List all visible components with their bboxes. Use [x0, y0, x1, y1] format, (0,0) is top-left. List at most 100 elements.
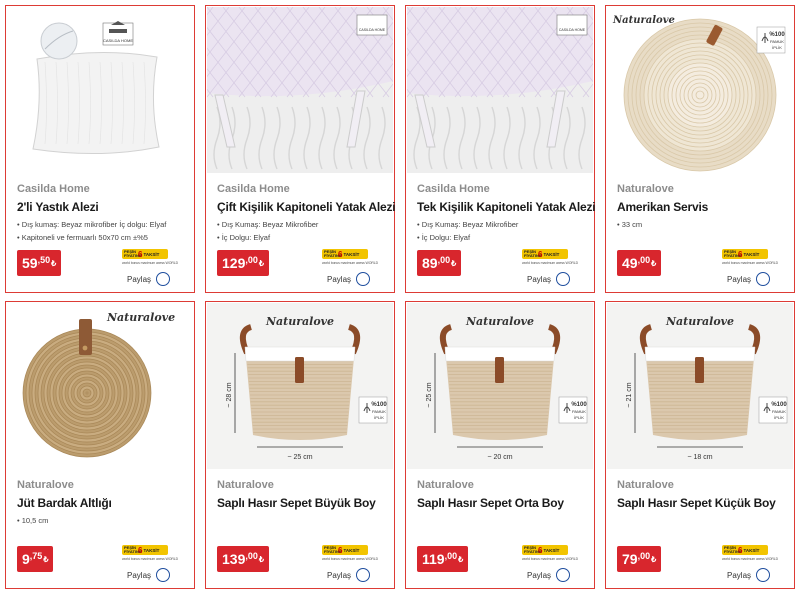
share-button[interactable]: Paylaş: [327, 272, 371, 286]
installment-pesin-label: PEŞİN FİYATINA: [324, 249, 342, 258]
product-card[interactable]: CASILDA HOME Casilda Home 2'li Yastık Al…: [5, 5, 195, 293]
compare-checkbox[interactable]: [356, 272, 371, 286]
naturalove-logo: Naturalove: [612, 15, 675, 26]
product-card[interactable]: Naturalove ~ 25 cm ~ 20 cm %100 PAMUK İPLİK N…: [405, 301, 595, 589]
height-dimension-label: ~ 25 cm: [426, 382, 433, 407]
share-label: Paylaş: [727, 274, 752, 284]
product-brand: Casilda Home: [417, 183, 490, 195]
price-badge: 119,00 ₺: [417, 546, 469, 572]
installment-count: 6: [538, 249, 543, 259]
currency-symbol: ₺: [258, 554, 264, 564]
installment-banks: world bonus maximum axess WORLD: [122, 261, 179, 265]
product-title[interactable]: Çift Kişilik Kapitoneli Yatak Alezi: [217, 200, 396, 214]
share-button[interactable]: Paylaş: [127, 272, 171, 286]
product-title[interactable]: Saplı Hasır Sepet Orta Boy: [417, 496, 564, 510]
installment-word: TAKSİT: [143, 547, 160, 553]
price-badge: 129,00 ₺: [217, 250, 269, 276]
currency-symbol: ₺: [451, 258, 457, 268]
compare-checkbox[interactable]: [356, 568, 371, 582]
casilda-logo-text: CASILDA HOME: [559, 28, 586, 32]
compare-checkbox[interactable]: [556, 272, 571, 286]
product-title[interactable]: Saplı Hasır Sepet Büyük Boy: [217, 496, 376, 510]
product-brand: Casilda Home: [17, 183, 90, 195]
installment-count: 6: [338, 545, 343, 555]
cotton-badge-text: İPLİK: [772, 45, 782, 50]
installment-pesin-label: PEŞİN FİYATINA: [524, 249, 542, 258]
casilda-logo-box: [356, 14, 388, 36]
mattress-illustration: CASILDA HOME: [407, 7, 593, 173]
installment-badge: PEŞİN FİYATINA 6 TAKSİT world bonus maxi…: [722, 249, 778, 267]
product-image[interactable]: Naturalove ~ 28 cm ~ 25 cm %100 PAMUK İPLİK: [207, 303, 393, 469]
installment-word: TAKSİT: [743, 251, 760, 257]
share-button[interactable]: Paylaş: [727, 272, 771, 286]
cotton-badge-text: İPLİK: [374, 415, 384, 420]
product-image[interactable]: CASILDA HOME: [407, 7, 593, 173]
price-badge: 79,00 ₺: [617, 546, 662, 572]
product-title[interactable]: 2'li Yastık Alezi: [17, 200, 99, 214]
price-integer: 59: [22, 255, 38, 271]
share-label: Paylaş: [727, 570, 752, 580]
casilda-logo-text: CASILDA HOME: [359, 28, 386, 32]
share-button[interactable]: Paylaş: [727, 568, 771, 582]
compare-checkbox[interactable]: [156, 272, 171, 286]
installment-count: 6: [338, 249, 343, 259]
product-features: • 33 cm: [617, 218, 789, 231]
product-title[interactable]: Saplı Hasır Sepet Küçük Boy: [617, 496, 776, 510]
casilda-logo-box: [556, 14, 588, 36]
product-card[interactable]: CASILDA HOME Casilda Home Çift Kişilik K…: [205, 5, 396, 293]
share-button[interactable]: Paylaş: [127, 568, 171, 582]
product-image[interactable]: Naturalove ~ 25 cm ~ 20 cm %100 PAMUK İPLİK: [407, 303, 593, 469]
product-image[interactable]: Naturalove: [7, 303, 193, 469]
compare-checkbox[interactable]: [556, 568, 571, 582]
coaster-ring: [85, 391, 89, 395]
leather-tag: [295, 357, 304, 383]
compare-checkbox[interactable]: [756, 568, 771, 582]
installment-pesin-label: PEŞİN FİYATINA: [124, 545, 142, 554]
installment-badge: PEŞİN FİYATINA 6 TAKSİT world bonus maxi…: [522, 249, 578, 267]
installment-word: TAKSİT: [543, 547, 560, 553]
product-title[interactable]: Amerikan Servis: [617, 200, 708, 214]
share-label: Paylaş: [127, 570, 152, 580]
share-label: Paylaş: [127, 274, 152, 284]
currency-symbol: ₺: [651, 554, 657, 564]
price-badge: 89,00 ₺: [417, 250, 462, 276]
feature-item: • İç Dolgu: Elyaf: [217, 233, 271, 242]
product-title[interactable]: Jüt Bardak Altlığı: [17, 496, 112, 510]
product-image[interactable]: Naturalove %100 PAMUK İPLİK: [607, 7, 793, 173]
price-decimal: ,00: [245, 551, 258, 561]
fabric-detail-circle: [40, 22, 78, 60]
product-card[interactable]: Naturalove %100 PAMUK İPLİK Naturalove Amer…: [605, 5, 795, 293]
share-button[interactable]: Paylaş: [327, 568, 371, 582]
product-title[interactable]: Tek Kişilik Kapitoneli Yatak Alezi: [417, 200, 596, 214]
product-brand: Naturalove: [417, 479, 474, 491]
feature-item: • 33 cm: [617, 220, 643, 229]
cotton-badge-text: PAMUK: [572, 409, 586, 414]
installment-word: TAKSİT: [343, 547, 360, 553]
product-image[interactable]: CASILDA HOME: [7, 7, 193, 173]
naturalove-logo: Naturalove: [665, 315, 734, 328]
price-decimal: ,00: [637, 551, 651, 561]
placemat-illustration: Naturalove %100PAMUKİPLİK: [607, 7, 793, 173]
installment-banks: world bonus maximum axess WORLD: [322, 557, 379, 561]
share-button[interactable]: Paylaş: [527, 272, 571, 286]
product-features: • Dış Kumaş: Beyaz Mikrofiber • İç Dolgu:…: [417, 218, 589, 244]
cotton-badge-text: %100: [769, 32, 785, 38]
compare-checkbox[interactable]: [156, 568, 171, 582]
product-features: • Dış Kumaş: Beyaz Mikrofiber • İç Dolgu:…: [217, 218, 389, 244]
currency-symbol: ₺: [458, 554, 464, 564]
product-card[interactable]: CASILDA HOME Casilda Home Tek Kişilik Ka…: [405, 5, 596, 293]
installment-word: TAKSİT: [143, 251, 160, 257]
product-image[interactable]: Naturalove ~ 21 cm ~ 18 cm %100 PAMUK İPLİK: [607, 303, 793, 469]
feature-item: • Dış kumaş: Beyaz mikrofiber İç dolgu: …: [17, 220, 167, 229]
currency-symbol: ₺: [258, 258, 264, 268]
pillow-shape: [32, 51, 160, 155]
share-button[interactable]: Paylaş: [527, 568, 571, 582]
compare-checkbox[interactable]: [756, 272, 771, 286]
product-card[interactable]: Naturalove ~ 21 cm ~ 18 cm %100 PAMUK İPLİK N…: [605, 301, 795, 589]
installment-count: 6: [138, 545, 143, 555]
price-integer: 9: [22, 551, 30, 567]
product-image[interactable]: CASILDA HOME: [207, 7, 393, 173]
product-card[interactable]: Naturalove ~ 28 cm ~ 25 cm %100 PAMUK İPLİK N…: [205, 301, 395, 589]
cotton-badge-text: İPLİK: [574, 415, 584, 420]
product-card[interactable]: Naturalove Naturalove Jüt Bardak Altlığı…: [5, 301, 195, 589]
